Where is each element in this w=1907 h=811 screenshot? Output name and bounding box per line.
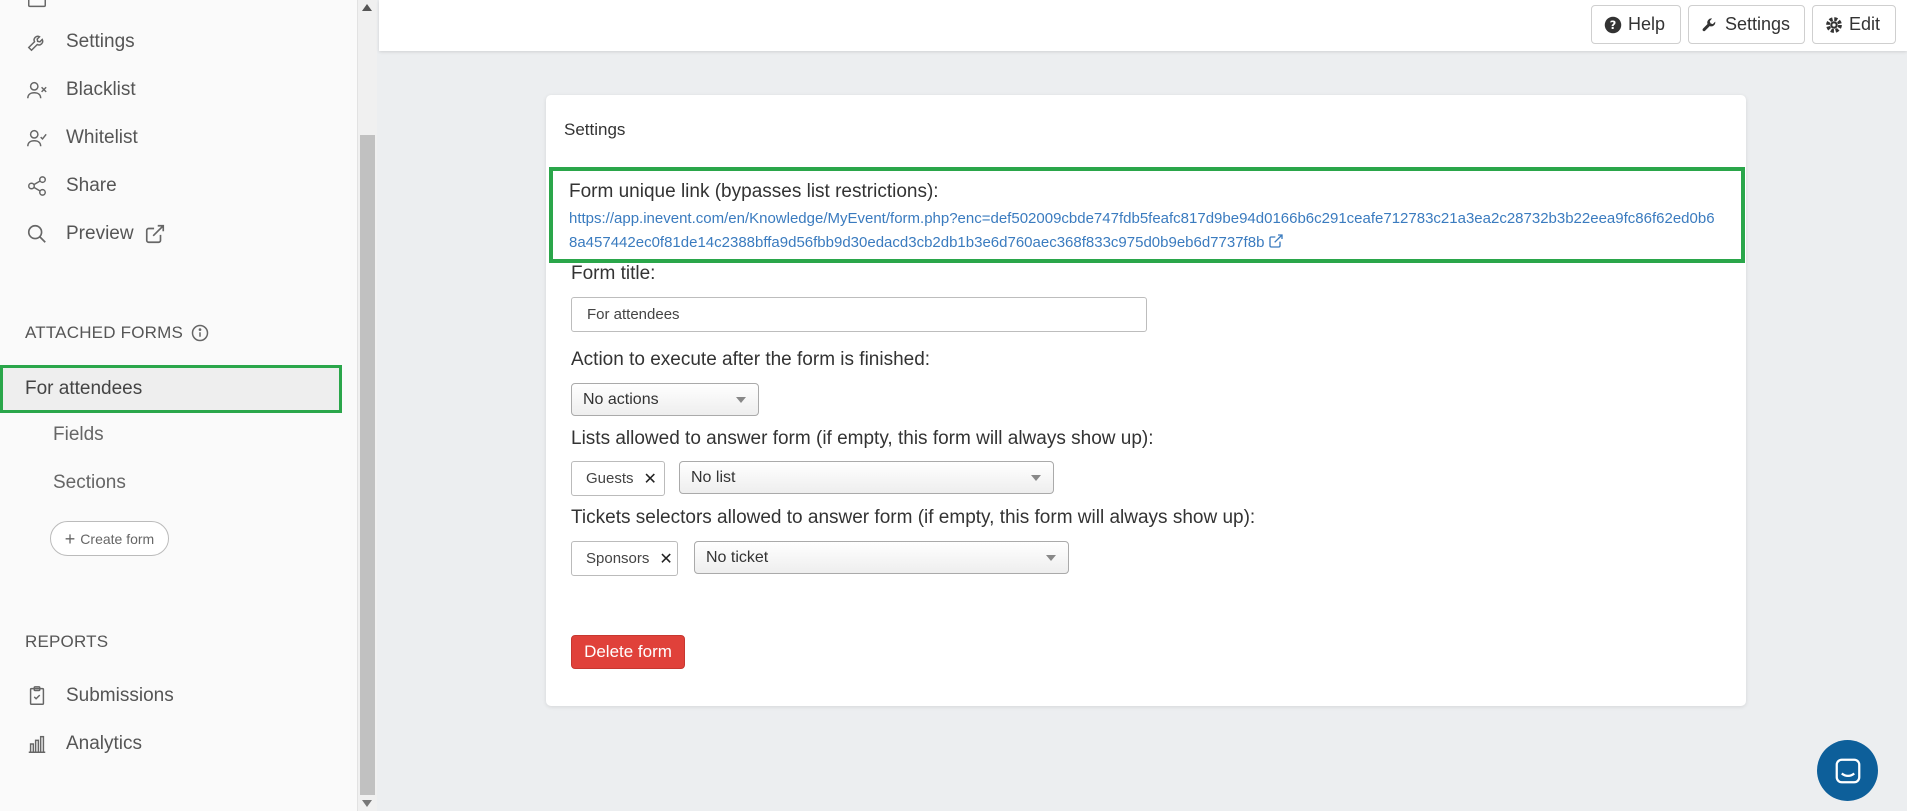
help-button[interactable]: ? Help bbox=[1591, 5, 1681, 44]
attached-forms-title: ATTACHED FORMS bbox=[25, 323, 209, 343]
sidebar: Settings Blacklist Whitelist Share Previ… bbox=[0, 0, 358, 811]
info-icon[interactable] bbox=[191, 324, 209, 342]
sidebar-item-label: Submissions bbox=[66, 685, 174, 706]
sub-item-sections[interactable]: Sections bbox=[53, 472, 126, 494]
sidebar-item-sections-partial[interactable] bbox=[24, 0, 66, 14]
gear-icon bbox=[1826, 16, 1842, 33]
remove-tag-icon[interactable]: ✕ bbox=[644, 469, 657, 489]
user-check-icon bbox=[24, 125, 50, 151]
sidebar-item-label: Blacklist bbox=[66, 79, 136, 100]
wrench-icon bbox=[24, 29, 50, 55]
scroll-thumb[interactable] bbox=[360, 135, 375, 795]
sidebar-item-blacklist[interactable]: Blacklist bbox=[24, 75, 136, 105]
ticket-tag-sponsors: Sponsors ✕ bbox=[571, 541, 678, 576]
unique-link[interactable]: https://app.inevent.com/en/Knowledge/MyE… bbox=[569, 207, 1719, 255]
tickets-label: Tickets selectors allowed to answer form… bbox=[571, 507, 1256, 528]
sidebar-item-label: Analytics bbox=[66, 733, 143, 754]
sidebar-item-submissions[interactable]: Submissions bbox=[24, 681, 174, 711]
list-icon bbox=[24, 0, 50, 12]
sidebar-item-label: Preview bbox=[66, 223, 134, 244]
lists-select[interactable]: No list bbox=[679, 461, 1054, 494]
unique-link-label: Form unique link (bypasses list restrict… bbox=[569, 181, 939, 202]
form-item-label: For attendees bbox=[25, 378, 143, 399]
unique-link-box: Form unique link (bypasses list restrict… bbox=[549, 167, 1745, 263]
question-circle-icon: ? bbox=[1604, 16, 1622, 33]
user-x-icon bbox=[24, 77, 50, 103]
caret-down-icon bbox=[1046, 555, 1056, 561]
caret-down-icon bbox=[1031, 475, 1041, 481]
remove-tag-icon[interactable]: ✕ bbox=[659, 549, 672, 569]
settings-card: Settings Form unique link (bypasses list… bbox=[546, 95, 1746, 706]
card-title: Settings bbox=[564, 120, 626, 139]
action-select[interactable]: No actions bbox=[571, 383, 759, 416]
form-item-selected[interactable]: For attendees bbox=[0, 365, 342, 413]
svg-text:?: ? bbox=[1610, 18, 1617, 31]
top-bar: ? Help Settings Edit bbox=[379, 0, 1907, 51]
tickets-select[interactable]: No ticket bbox=[694, 541, 1069, 574]
lists-label: Lists allowed to answer form (if empty, … bbox=[571, 428, 1154, 449]
plus-icon: + bbox=[64, 528, 76, 549]
delete-form-button[interactable]: Delete form bbox=[571, 635, 685, 669]
create-form-button[interactable]: + Create form bbox=[50, 521, 169, 556]
search-icon bbox=[24, 221, 50, 247]
reports-title: REPORTS bbox=[25, 632, 109, 651]
scroll-up-arrow-icon[interactable] bbox=[362, 4, 372, 11]
external-link-icon bbox=[144, 223, 166, 245]
list-tag-guests: Guests ✕ bbox=[571, 461, 665, 496]
caret-down-icon bbox=[736, 397, 746, 403]
sidebar-item-label: Settings bbox=[66, 31, 135, 52]
external-link-icon[interactable] bbox=[1268, 233, 1284, 249]
sidebar-item-label: Share bbox=[66, 175, 117, 196]
bar-chart-icon bbox=[24, 731, 50, 757]
action-label: Action to execute after the form is fini… bbox=[571, 349, 931, 370]
sidebar-item-share[interactable]: Share bbox=[24, 171, 117, 201]
sidebar-item-analytics[interactable]: Analytics bbox=[24, 729, 142, 759]
settings-button[interactable]: Settings bbox=[1688, 5, 1805, 44]
scroll-down-arrow-icon[interactable] bbox=[362, 800, 372, 807]
sidebar-item-preview[interactable]: Preview bbox=[24, 219, 166, 249]
form-title-input[interactable]: For attendees bbox=[571, 297, 1147, 332]
sub-item-fields[interactable]: Fields bbox=[53, 424, 104, 446]
chat-icon bbox=[1835, 758, 1860, 783]
sidebar-item-whitelist[interactable]: Whitelist bbox=[24, 123, 138, 153]
sidebar-item-settings[interactable]: Settings bbox=[24, 27, 135, 57]
chat-launcher-button[interactable] bbox=[1817, 740, 1878, 801]
wrench-icon bbox=[1702, 17, 1716, 31]
sidebar-scrollbar[interactable] bbox=[358, 0, 377, 811]
sidebar-item-label: Whitelist bbox=[66, 127, 138, 148]
clipboard-check-icon bbox=[24, 683, 50, 709]
edit-button[interactable]: Edit bbox=[1812, 5, 1896, 44]
form-title-label: Form title: bbox=[571, 263, 656, 284]
share-icon bbox=[24, 173, 50, 199]
